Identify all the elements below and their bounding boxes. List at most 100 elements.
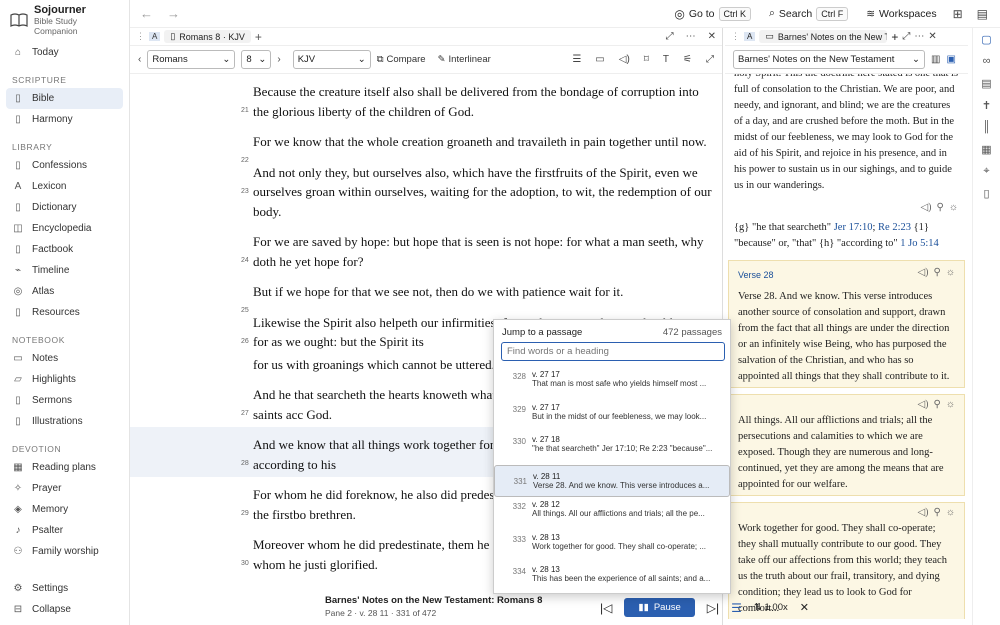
book-open-icon[interactable]: ▥ [931,54,940,65]
workspaces-button[interactable]: ≋ Workspaces [866,8,936,20]
pause-button[interactable]: ▮▮ Pause [624,598,695,617]
library-icon[interactable]: ║ [973,116,1000,138]
sidebar-item-memory[interactable]: ◈ Memory [0,499,129,520]
passage-list-item[interactable]: 333 v. 28 13 Work together for good. They … [494,530,730,563]
link-icon[interactable]: ∞ [973,50,1000,72]
passage-snippet: All things. All our afflictions and tria… [532,509,705,518]
follow-list-icon[interactable]: ☰ [731,601,742,615]
drag-handle-icon[interactable]: ⋮ [136,31,145,42]
sidebar-item-harmony[interactable]: ▯ Harmony [0,109,129,130]
close-icon[interactable]: ✕ [928,31,936,42]
sidebar-item-encyclopedia[interactable]: ◫ Encyclopedia [0,218,129,239]
notebook-icon[interactable]: ▤ [973,72,1000,94]
calendar-icon[interactable]: ▦ [973,138,1000,160]
lightbulb-icon[interactable]: ☼ [949,202,958,213]
sidebar-item-bible[interactable]: ▯ Bible [6,88,123,109]
passage-list-item[interactable]: 329 v. 27 17 But in the midst of our feebl… [494,400,730,433]
expand-icon[interactable]: ⤢ [902,31,910,42]
passage-list-item[interactable]: 330 v. 27 18 "he that searcheth" Jer 17:10… [494,432,730,465]
file-icon[interactable]: ▯ [973,182,1000,204]
speed-control[interactable]: ⇅ 1.00x [754,602,788,613]
passage-list-item[interactable]: 328 v. 27 17 That man is most safe who yie… [494,367,730,400]
sidebar-item-reading-plans[interactable]: ▦ Reading plans [0,457,129,478]
sidebar-item-prayer[interactable]: ✧ Prayer [0,478,129,499]
passage-list-item[interactable]: 332 v. 28 12 All things. All our afflictio… [494,497,730,530]
passage-list-item[interactable]: 331 v. 28 11 Verse 28. And we know. This v… [494,464,730,497]
sidebar-item-settings[interactable]: ⚙ Settings [0,578,129,599]
sidebar-item-label: Timeline [32,265,70,276]
sidebar-item-factbook[interactable]: ▯ Factbook [0,239,129,260]
forward-arrow-icon[interactable]: → [167,6,180,21]
cross-icon[interactable]: ✝ [973,94,1000,116]
drag-handle-icon[interactable]: ⋮ [731,31,740,42]
sidebar-item-highlights[interactable]: ▱ Highlights [0,369,129,390]
plus-icon[interactable]: + [255,30,262,44]
verse: 22 For we know that the whole creation gr… [130,124,723,164]
speaker-icon[interactable]: ◁) [920,202,931,213]
bookmark-icon[interactable]: ⌑ [644,54,649,65]
goto-button[interactable]: ◎ Go to Ctrl K [674,6,752,21]
pin-icon[interactable]: ⚲ [937,202,944,213]
sidebar-item-lexicon[interactable]: A Lexicon [0,176,129,197]
chapter-select[interactable]: 8 ⌄ [241,50,272,69]
more-icon[interactable]: ⋯ [914,31,924,42]
layout-icon[interactable]: ▤ [977,7,988,21]
compare-button[interactable]: ⧉ Compare [377,54,426,65]
footnote-link[interactable]: Re 2:23 [878,222,911,233]
book-select[interactable]: Romans ⌄ [147,50,236,69]
confessions-icon: ▯ [15,160,21,171]
version-select[interactable]: KJV ⌄ [292,50,371,69]
sidebar-item-dictionary[interactable]: ▯ Dictionary [0,197,129,218]
sidebar-item-sermons[interactable]: ▯ Sermons [0,390,129,411]
commentary-tab[interactable]: ▭ Barnes' Notes on the New Testam [759,30,888,43]
sidebar-item-psalter[interactable]: ♪ Psalter [0,520,129,541]
interlinear-button[interactable]: ✎ Interlinear [438,54,491,65]
close-icon[interactable]: ✕ [708,31,716,42]
settings-sliders-icon[interactable]: ⚟ [683,54,692,65]
chevron-down-icon: ⌄ [357,54,366,65]
passage-list-item[interactable]: 334 v. 28 13 This has been the experience … [494,562,730,595]
panel-icon[interactable]: ▣ [946,54,955,65]
sidebar-item-collapse[interactable]: ⊟ Collapse [0,599,129,620]
fullscreen-icon[interactable]: ⤢ [706,54,714,65]
document-icon[interactable]: ▭ [595,54,604,65]
passage-search-input[interactable] [501,342,725,361]
verse: 23 And not only they, but ourselves also,… [130,155,723,225]
commentary-select[interactable]: Barnes' Notes on the New Testament ⌄ [733,50,925,69]
sidebar-item-family-worship[interactable]: ⚇ Family worship [0,541,129,562]
chevron-right-icon[interactable]: › [277,54,280,65]
sidebar-item-today[interactable]: ⌂ Today [0,42,129,63]
footnote-link[interactable]: 1 Jo 5:14 [900,238,939,249]
commentary-tab-bar: ⋮ A ▭ Barnes' Notes on the New Testam + … [725,28,968,46]
sidebar-item-timeline[interactable]: ⌁ Timeline [0,260,129,281]
app-subtitle: Bible Study Companion [34,16,78,36]
sidebar-item-resources[interactable]: ▯ Resources [0,302,129,323]
back-arrow-icon[interactable]: ← [140,6,153,21]
chat-icon[interactable]: ▢ [973,28,1000,50]
chevron-left-icon[interactable]: ‹ [138,54,141,65]
close-icon[interactable]: ✕ [800,601,809,614]
grid-icon[interactable]: ⊞ [953,7,963,21]
passage-snippet: "he that searcheth" Jer 17:10; Re 2:23 "… [532,444,713,453]
search-button[interactable]: ⌕ Search Ctrl F [769,6,849,21]
sidebar-item-illustrations[interactable]: ▯ Illustrations [0,411,129,432]
plus-icon[interactable]: + [891,30,898,44]
sidebar-item-confessions[interactable]: ▯ Confessions [0,155,129,176]
more-icon[interactable]: ⋯ [686,31,696,42]
verse-number: 29 [241,510,249,517]
expand-icon[interactable]: ⤢ [666,31,674,42]
verse-number: 30 [241,560,249,567]
sidebar-item-notes[interactable]: ▭ Notes [0,348,129,369]
speaker-icon[interactable]: ◁) [619,54,630,65]
sidebar-item-atlas[interactable]: ◎ Atlas [0,281,129,302]
footnote-link[interactable]: Jer 17:10 [834,222,873,233]
skip-forward-icon[interactable]: ▷| [707,601,719,615]
bible-tab[interactable]: ▯ Romans 8 · KJV [164,30,251,43]
text-icon[interactable]: T [663,54,669,65]
map-pin-icon[interactable]: ⌖ [973,160,1000,182]
skip-back-icon[interactable]: |◁ [600,601,612,615]
sermons-icon: ▯ [15,395,21,406]
top-bar: ← → ◎ Go to Ctrl K ⌕ Search Ctrl F ≋ Wor… [130,0,1000,28]
list-icon[interactable]: ☰ [572,54,581,65]
bible-toolbar: ‹ Romans ⌄ 8 ⌄ › KJV ⌄ ⧉ Compare ✎ Interlinea… [130,46,722,74]
